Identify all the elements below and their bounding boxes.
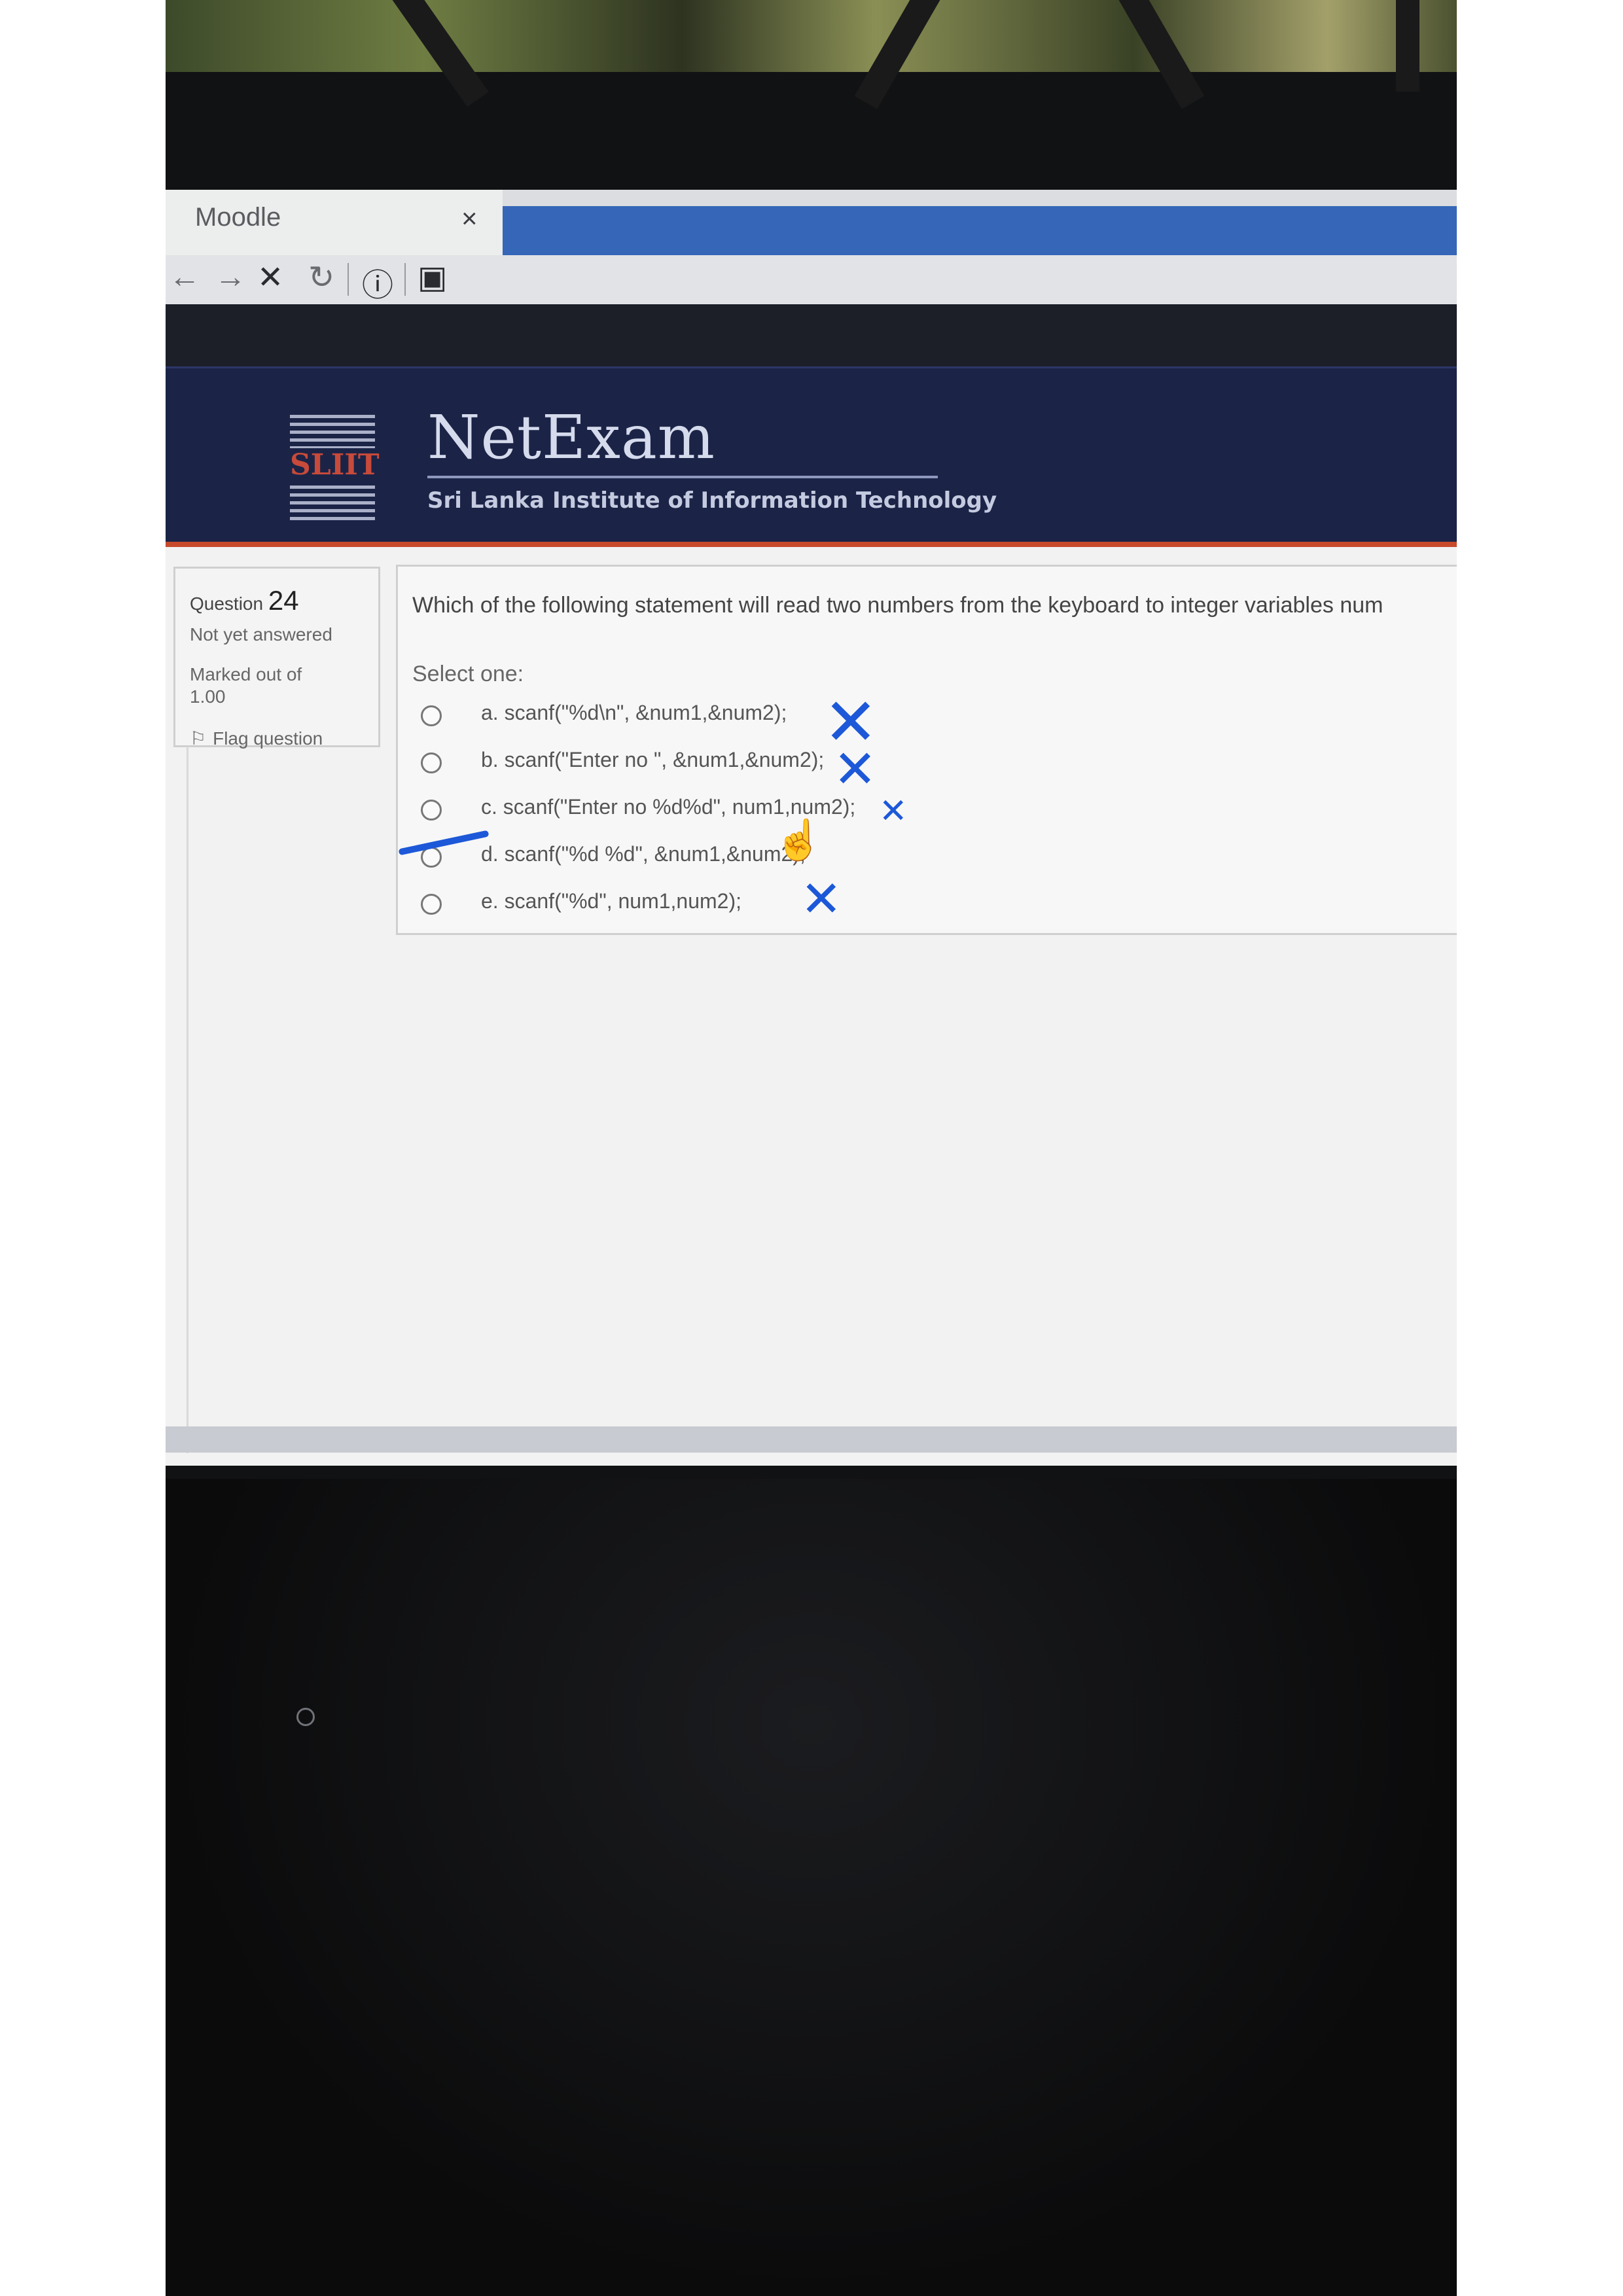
question-text: Which of the following statement will re… xyxy=(412,593,1383,618)
radio-button[interactable] xyxy=(421,894,442,915)
flag-question-link[interactable]: ⚐ Flag question xyxy=(190,728,323,749)
option-text: e. scanf("%d", num1,num2); xyxy=(481,889,741,913)
option-text: c. scanf("Enter no %d%d", num1,num2); xyxy=(481,795,856,819)
radio-button[interactable] xyxy=(421,705,442,726)
option-text: a. scanf("%d\n", &num1,&num2); xyxy=(481,701,787,724)
select-one-label: Select one: xyxy=(412,662,524,686)
screen-bottom-bar xyxy=(166,1426,1457,1453)
radio-button[interactable] xyxy=(421,752,442,773)
header-accent-line xyxy=(166,542,1457,547)
cross-mark-annotation: ✕ xyxy=(879,792,908,831)
sidebar-divider xyxy=(187,747,188,1453)
back-arrow-icon[interactable]: ← xyxy=(169,259,200,295)
site-brand[interactable]: NetExam xyxy=(427,402,715,472)
radio-button[interactable] xyxy=(421,800,442,821)
quiz-content: Question 24 Not yet answered Marked out … xyxy=(166,547,1457,1466)
brand-divider xyxy=(427,476,938,478)
toolbar-divider xyxy=(404,263,406,296)
question-label-text: Question xyxy=(190,593,264,614)
laptop-screen: Moodle × ← → ✕ ↻ ⓘ ▣ SLIIT NetExam Sri L… xyxy=(166,190,1457,1466)
browser-tab[interactable]: Moodle × xyxy=(166,190,503,255)
flag-question-label: Flag question xyxy=(213,728,323,749)
question-info-panel: Question 24 Not yet answered Marked out … xyxy=(173,567,380,749)
question-label: Question 24 xyxy=(190,585,299,616)
site-subtitle: Sri Lanka Institute of Information Techn… xyxy=(427,487,997,514)
tab-title: Moodle xyxy=(195,203,281,232)
reload-icon[interactable]: ↻ xyxy=(308,259,334,296)
forward-arrow-icon[interactable]: → xyxy=(215,259,246,295)
toolbar-divider xyxy=(348,263,349,296)
sliit-logo-text: SLIIT xyxy=(290,448,380,482)
stop-icon[interactable]: ✕ xyxy=(257,259,283,296)
tab-close-button[interactable]: × xyxy=(461,203,478,234)
info-icon[interactable]: ⓘ xyxy=(362,259,393,305)
question-status: Not yet answered xyxy=(190,624,332,645)
option-text: d. scanf("%d %d", &num1,&num2); xyxy=(481,842,806,866)
question-panel: Which of the following statement will re… xyxy=(396,565,1457,935)
power-icon xyxy=(296,1708,315,1726)
cross-mark-annotation: ✕ xyxy=(833,739,878,800)
page-icon[interactable]: ▣ xyxy=(418,259,447,296)
option-text: b. scanf("Enter no ", &num1,&num2); xyxy=(481,748,825,771)
browser-content-top xyxy=(166,304,1457,366)
laptop-base xyxy=(166,1479,1457,2296)
marks-value: 1.00 xyxy=(190,686,226,707)
cross-mark-annotation: ✕ xyxy=(800,870,842,928)
tab-strip xyxy=(503,206,1457,255)
browser-toolbar: ← → ✕ ↻ ⓘ ▣ xyxy=(166,255,1457,304)
hand-cursor-icon: ☝ xyxy=(774,818,823,862)
browser-tab-bar: Moodle × xyxy=(166,190,1457,255)
photo-frame: Moodle × ← → ✕ ↻ ⓘ ▣ SLIIT NetExam Sri L… xyxy=(166,0,1457,2296)
question-marks: Marked out of 1.00 xyxy=(190,663,302,708)
background-foliage xyxy=(166,0,1457,109)
marks-label: Marked out of xyxy=(190,664,302,684)
flag-icon: ⚐ xyxy=(190,728,207,749)
question-number: 24 xyxy=(268,585,299,616)
